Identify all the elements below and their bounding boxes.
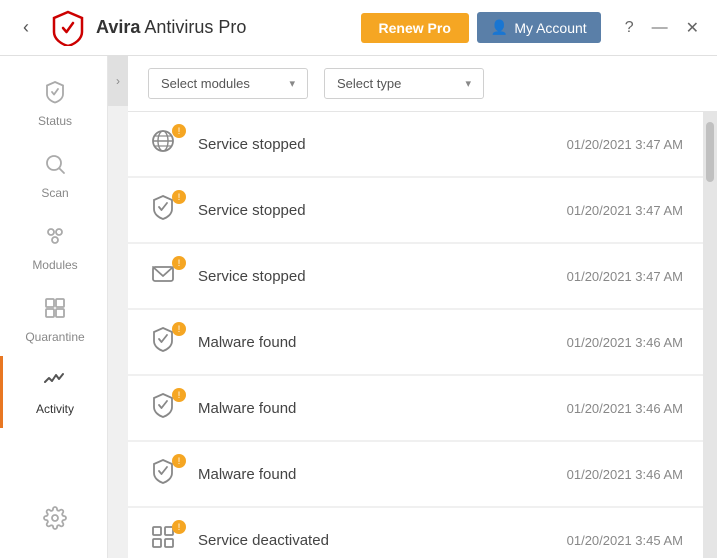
item-badge: ! (172, 520, 186, 534)
renew-button[interactable]: Renew Pro (361, 13, 469, 43)
item-icon-wrap: ! (148, 258, 184, 294)
item-icon-wrap: ! (148, 456, 184, 492)
item-time: 01/20/2021 3:45 AM (567, 533, 683, 548)
modules-icon (43, 224, 67, 254)
modules-dropdown-arrow: ▾ (289, 77, 295, 90)
title-bar-right: Renew Pro 👤 My Account ? — ✕ (361, 12, 705, 43)
activity-icon (43, 368, 67, 398)
sidebar-item-status[interactable]: Status (0, 68, 107, 140)
item-icon-wrap: ! (148, 522, 184, 558)
sidebar-item-quarantine[interactable]: Quarantine (0, 284, 107, 356)
item-text: Malware found (198, 400, 553, 417)
type-dropdown-arrow: ▾ (465, 77, 471, 90)
status-icon (43, 80, 67, 110)
item-time: 01/20/2021 3:46 AM (567, 335, 683, 350)
item-badge: ! (172, 322, 186, 336)
item-icon-wrap: ! (148, 324, 184, 360)
main-layout: Status Scan Modules (0, 56, 717, 558)
type-dropdown-label: Select type (337, 76, 401, 91)
sidebar-item-modules[interactable]: Modules (0, 212, 107, 284)
sidebar-item-settings[interactable] (0, 494, 107, 548)
list-item[interactable]: ! Service stopped 01/20/2021 3:47 AM (128, 244, 703, 308)
user-icon: 👤 (491, 19, 508, 36)
item-text: Service stopped (198, 268, 553, 285)
help-button[interactable]: ? (619, 17, 640, 39)
account-button[interactable]: 👤 My Account (477, 12, 601, 43)
content-area: Select modules ▾ Select type ▾ ! Service… (128, 56, 717, 558)
filter-bar: Select modules ▾ Select type ▾ (128, 56, 717, 112)
avira-logo (50, 10, 86, 46)
window-controls: ? — ✕ (619, 16, 705, 40)
list-item[interactable]: ! Service stopped 01/20/2021 3:47 AM (128, 112, 703, 176)
item-icon-wrap: ! (148, 390, 184, 426)
title-bar-left: ‹ Avira Antivirus Pro (12, 10, 361, 46)
quarantine-icon (43, 296, 67, 326)
item-badge: ! (172, 454, 186, 468)
type-dropdown[interactable]: Select type ▾ (324, 68, 484, 99)
item-badge: ! (172, 256, 186, 270)
item-time: 01/20/2021 3:46 AM (567, 467, 683, 482)
app-title: Avira Antivirus Pro (96, 17, 246, 38)
scan-label: Scan (41, 186, 68, 200)
sidebar: Status Scan Modules (0, 56, 108, 558)
item-text: Service stopped (198, 202, 553, 219)
item-text: Service stopped (198, 136, 553, 153)
activity-list: ! Service stopped 01/20/2021 3:47 AM ! S… (128, 112, 703, 558)
item-time: 01/20/2021 3:46 AM (567, 401, 683, 416)
list-item[interactable]: ! Malware found 01/20/2021 3:46 AM (128, 376, 703, 440)
item-time: 01/20/2021 3:47 AM (567, 269, 683, 284)
sidebar-item-scan[interactable]: Scan (0, 140, 107, 212)
settings-icon (43, 506, 67, 536)
item-icon-wrap: ! (148, 192, 184, 228)
close-button[interactable]: ✕ (680, 16, 705, 40)
sidebar-item-activity[interactable]: Activity (0, 356, 107, 428)
minimize-button[interactable]: — (646, 17, 674, 39)
item-text: Malware found (198, 466, 553, 483)
item-badge: ! (172, 388, 186, 402)
item-time: 01/20/2021 3:47 AM (567, 137, 683, 152)
item-time: 01/20/2021 3:47 AM (567, 203, 683, 218)
item-text: Service deactivated (198, 532, 553, 549)
list-item[interactable]: ! Service deactivated 01/20/2021 3:45 AM (128, 508, 703, 558)
scrollbar[interactable] (703, 112, 717, 558)
list-item[interactable]: ! Malware found 01/20/2021 3:46 AM (128, 442, 703, 506)
item-badge: ! (172, 190, 186, 204)
item-badge: ! (172, 124, 186, 138)
quarantine-label: Quarantine (25, 330, 84, 344)
list-item[interactable]: ! Service stopped 01/20/2021 3:47 AM (128, 178, 703, 242)
scan-icon (43, 152, 67, 182)
modules-dropdown[interactable]: Select modules ▾ (148, 68, 308, 99)
item-icon-wrap: ! (148, 126, 184, 162)
sidebar-toggle[interactable]: › (108, 56, 128, 106)
status-label: Status (38, 114, 72, 128)
item-text: Malware found (198, 334, 553, 351)
modules-label: Modules (32, 258, 77, 272)
activity-label: Activity (36, 402, 74, 416)
scroll-thumb (706, 122, 714, 182)
list-item[interactable]: ! Malware found 01/20/2021 3:46 AM (128, 310, 703, 374)
title-bar: ‹ Avira Antivirus Pro Renew Pro 👤 My Acc… (0, 0, 717, 56)
back-button[interactable]: ‹ (12, 14, 40, 42)
modules-dropdown-label: Select modules (161, 76, 250, 91)
